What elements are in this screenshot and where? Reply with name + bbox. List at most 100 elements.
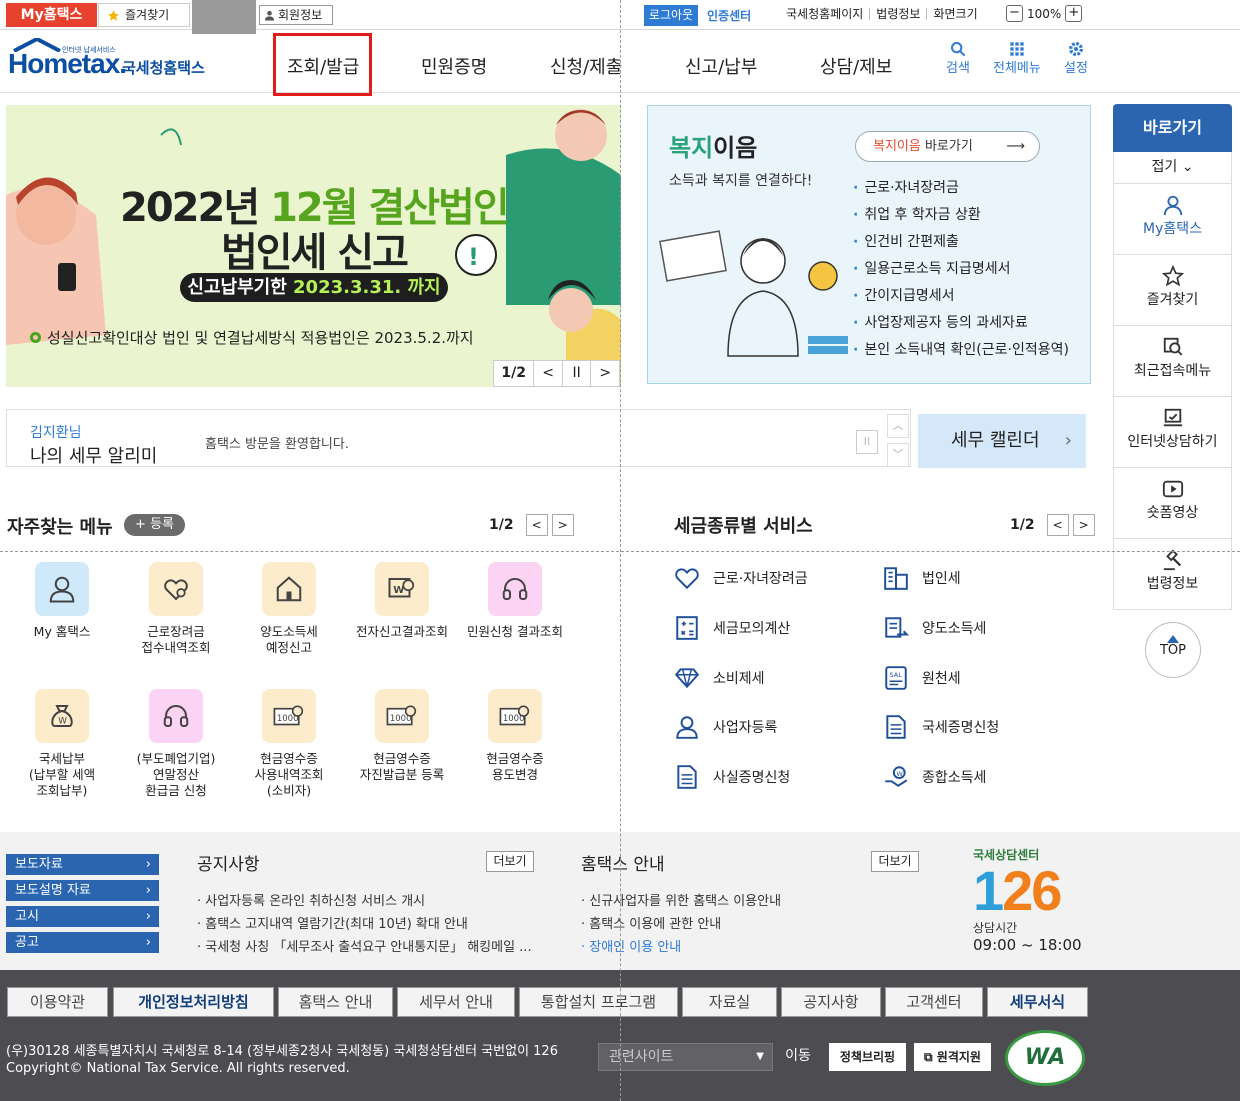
frequent-menu-item[interactable]: 근로장려금 접수내역조회 bbox=[126, 562, 226, 656]
scroll-top-button[interactable]: TOP bbox=[1145, 622, 1201, 678]
guide-item[interactable]: 홈택스 이용에 관한 안내 bbox=[581, 913, 781, 936]
frequent-menu-item[interactable]: 1000 현금영수증 자진발급분 등록 bbox=[352, 689, 452, 783]
nts-homepage-link[interactable]: 국세청홈페이지 bbox=[780, 8, 869, 20]
tax-service-item[interactable]: 세금모의계산 bbox=[673, 615, 790, 641]
frequent-menu-item[interactable]: W 전자신고결과조회 bbox=[352, 562, 452, 640]
footer-tax-office-link[interactable]: 세무서 안내 bbox=[397, 987, 515, 1017]
frequent-menu-item[interactable]: (부도폐업기업) 연말정산 환급금 신청 bbox=[126, 689, 226, 799]
pager-next-button[interactable]: > bbox=[551, 514, 574, 536]
remote-support-label: 원격지원 bbox=[936, 1050, 981, 1064]
my-hometax-tab[interactable]: My홈택스 bbox=[6, 3, 97, 27]
footer-hometax-guide-link[interactable]: 홈택스 안내 bbox=[278, 987, 393, 1017]
quick-online-consult[interactable]: 인터넷상담하기 bbox=[1113, 397, 1232, 468]
banner-pause-button[interactable]: II bbox=[561, 361, 591, 386]
footer-library-link[interactable]: 자료실 bbox=[682, 987, 777, 1017]
frequent-menu-label: My 홈택스 bbox=[33, 624, 91, 639]
footer-terms-link[interactable]: 이용약관 bbox=[7, 987, 108, 1017]
related-sites-select[interactable]: 관련사이트 ▼ bbox=[598, 1043, 773, 1071]
footer-notices-link[interactable]: 공지사항 bbox=[781, 987, 881, 1017]
welfare-shortcut-button[interactable]: 복지이음 바로가기 ⟶ bbox=[855, 131, 1040, 162]
policy-briefing-badge[interactable]: 정책브리핑 bbox=[829, 1043, 906, 1071]
notices-more-button[interactable]: 더보기 bbox=[486, 851, 534, 872]
footer-privacy-link[interactable]: 개인정보처리방침 bbox=[113, 987, 274, 1017]
frequent-menu-item[interactable]: 민원신청 결과조회 bbox=[465, 562, 565, 640]
tax-calendar-button[interactable]: 세무 캘린더 › bbox=[918, 414, 1086, 468]
footer-install-program-link[interactable]: 통합설치 프로그램 bbox=[519, 987, 678, 1017]
logo-korean-name[interactable]: 국세청홈택스 bbox=[122, 57, 205, 78]
welfare-item[interactable]: 일용근로소득 지급명세서 bbox=[853, 258, 1069, 285]
welfare-item[interactable]: 사업장제공자 등의 과세자료 bbox=[853, 312, 1069, 339]
tax-alert-message[interactable]: 홈택스 방문을 환영합니다. bbox=[205, 433, 349, 452]
frequent-menu-item[interactable]: 1000 현금영수증 사용내역조회 (소비자) bbox=[239, 689, 339, 799]
tax-service-item[interactable]: 법인세 bbox=[882, 565, 961, 591]
guide-item[interactable]: 신규사업자를 위한 홈택스 이용안내 bbox=[581, 890, 781, 913]
quick-shortform-video[interactable]: 숏폼영상 bbox=[1113, 468, 1232, 539]
quick-my-hometax[interactable]: My홈택스 bbox=[1113, 184, 1232, 255]
person-icon bbox=[35, 562, 89, 616]
banner-next-button[interactable]: > bbox=[590, 361, 619, 386]
alert-pause-button[interactable]: II bbox=[856, 430, 878, 454]
nav-consult-report[interactable]: 상담/제보 bbox=[820, 53, 892, 79]
triangle-up-icon bbox=[1146, 635, 1200, 643]
frequent-menu-item[interactable]: W 국세납부 (납부할 세액 조회납부) bbox=[12, 689, 112, 799]
settings-label: 설정 bbox=[1064, 61, 1088, 76]
law-info-link[interactable]: 법령정보 bbox=[869, 8, 926, 20]
guide-item[interactable]: 장애인 이용 안내 bbox=[581, 936, 781, 959]
notice-item[interactable]: 국세청 사칭 「세무조사 출석요구 안내통지문」 해킹메일 ... bbox=[197, 936, 531, 959]
tax-service-item[interactable]: SAL 원천세 bbox=[882, 665, 961, 691]
frequent-menu-item[interactable]: My 홈택스 bbox=[12, 562, 112, 640]
tax-service-item[interactable]: 국세증명신청 bbox=[882, 714, 999, 740]
notice-item[interactable]: 사업자등록 온라인 취하신청 서비스 개시 bbox=[197, 890, 532, 913]
pager-prev-button[interactable]: < bbox=[525, 514, 548, 536]
quick-law-info[interactable]: 법령정보 bbox=[1113, 539, 1232, 610]
related-go-button[interactable]: 이동 bbox=[775, 1043, 821, 1071]
alert-up-button[interactable]: ︿ bbox=[887, 414, 909, 438]
alert-down-button[interactable]: ﹀ bbox=[887, 443, 909, 467]
tax-service-item[interactable]: 사업자등록 bbox=[673, 714, 777, 740]
welfare-item[interactable]: 본인 소득내역 확인(근로·인적용역) bbox=[853, 339, 1069, 366]
tax-service-item[interactable]: 양도소득세 bbox=[882, 615, 986, 641]
favorites-tab[interactable]: 즐겨찾기 bbox=[98, 3, 190, 27]
remote-support-badge[interactable]: ⧉ 원격지원 bbox=[914, 1043, 991, 1071]
frequent-menu-item[interactable]: 1000 현금영수증 용도변경 bbox=[465, 689, 565, 783]
tax-service-label: 근로·자녀장려금 bbox=[713, 571, 808, 587]
nav-report-pay[interactable]: 신고/납부 bbox=[685, 53, 757, 79]
footer-tax-forms-link[interactable]: 세무서식 bbox=[987, 987, 1088, 1017]
pager-next-button[interactable]: > bbox=[1072, 514, 1095, 536]
welfare-item[interactable]: 인건비 간편제출 bbox=[853, 231, 1069, 258]
settings-button[interactable]: 설정 bbox=[1064, 41, 1088, 76]
search-button[interactable]: 검색 bbox=[946, 41, 970, 76]
all-menu-button[interactable]: 전체메뉴 bbox=[993, 41, 1041, 76]
nav-civil-certificate[interactable]: 민원증명 bbox=[421, 53, 487, 79]
welfare-item[interactable]: 간이지급명세서 bbox=[853, 285, 1069, 312]
register-menu-button[interactable]: + 등록 bbox=[124, 514, 185, 536]
web-accessibility-badge: WA bbox=[1005, 1030, 1085, 1086]
press-release-link[interactable]: 보도자료 › bbox=[6, 854, 159, 875]
cert-center-link[interactable]: 인증센터 bbox=[707, 7, 751, 24]
logout-button[interactable]: 로그아웃 bbox=[644, 5, 698, 26]
pager-prev-button[interactable]: < bbox=[1046, 514, 1069, 536]
banner-page-indicator: 1/2 bbox=[501, 365, 526, 381]
quick-recent-menu[interactable]: 최근접속메뉴 bbox=[1113, 326, 1232, 397]
quick-bar-fold-button[interactable]: 접기 ⌄ bbox=[1113, 152, 1232, 184]
notification-link[interactable]: 고시 › bbox=[6, 906, 159, 927]
frequent-menu-item[interactable]: 양도소득세 예정신고 bbox=[239, 562, 339, 656]
zoom-out-button[interactable]: − bbox=[1006, 5, 1023, 22]
hometax-logo[interactable]: Hometax. bbox=[8, 48, 127, 80]
announcement-link[interactable]: 공고 › bbox=[6, 932, 159, 953]
member-info-button[interactable]: 회원정보 bbox=[259, 5, 333, 25]
nav-apply-submit[interactable]: 신청/제출 bbox=[550, 53, 622, 79]
welfare-item[interactable]: 근로·자녀장려금 bbox=[853, 177, 1069, 204]
tax-service-item[interactable]: 사실증명신청 bbox=[673, 764, 790, 790]
guide-more-button[interactable]: 더보기 bbox=[871, 851, 919, 872]
zoom-in-button[interactable]: + bbox=[1065, 5, 1083, 22]
tax-service-item[interactable]: W 종합소득세 bbox=[882, 764, 986, 790]
tax-service-item[interactable]: 소비제세 bbox=[673, 665, 765, 691]
press-explanation-link[interactable]: 보도설명 자료 › bbox=[6, 880, 159, 901]
banner-prev-button[interactable]: < bbox=[533, 361, 562, 386]
tax-service-item[interactable]: 근로·자녀장려금 bbox=[673, 565, 808, 591]
quick-favorites[interactable]: 즐겨찾기 bbox=[1113, 255, 1232, 326]
welfare-item[interactable]: 취업 후 학자금 상환 bbox=[853, 204, 1069, 231]
notice-item[interactable]: 홈택스 고지내역 열람기간(최대 10년) 확대 안내 bbox=[197, 913, 532, 936]
footer-customer-center-link[interactable]: 고객센터 bbox=[885, 987, 983, 1017]
